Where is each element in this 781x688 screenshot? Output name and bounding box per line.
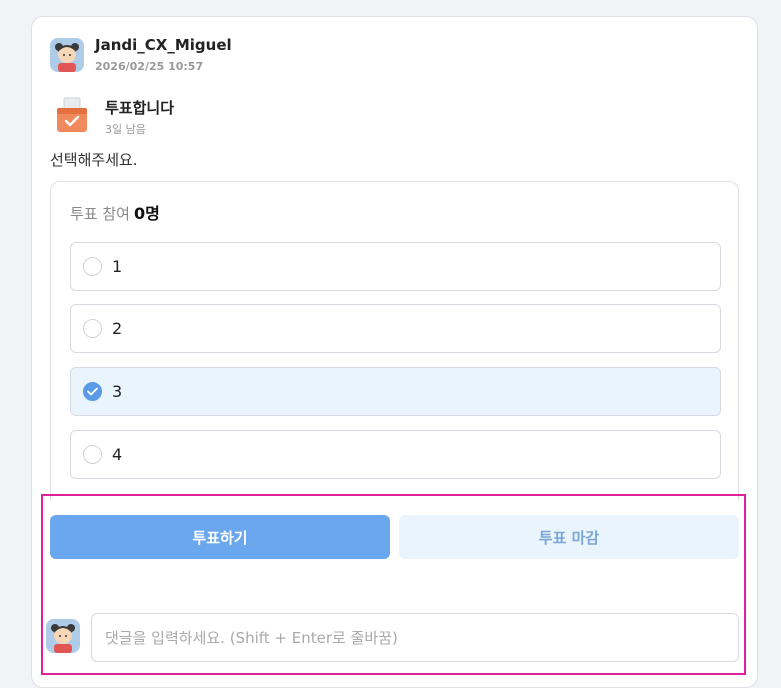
poll-option-label: 1 (112, 257, 123, 276)
close-vote-button[interactable]: 투표 마감 (399, 515, 739, 559)
vote-description: 선택해주세요. (50, 151, 138, 169)
comment-input[interactable] (91, 613, 739, 662)
avatar[interactable] (50, 38, 84, 72)
participants-label: 투표 참여 (70, 205, 130, 223)
author-name[interactable]: Jandi_CX_Miguel (95, 36, 232, 54)
poll-box: 투표 참여 0명 1 2 3 4 (50, 181, 739, 501)
poll-option-label: 3 (112, 382, 123, 401)
participants-summary: 투표 참여 0명 (70, 200, 160, 224)
radio-button[interactable] (83, 319, 102, 338)
poll-option-selected[interactable]: 3 (70, 367, 721, 416)
poll-option-label: 2 (112, 319, 123, 338)
poll-option-label: 4 (112, 445, 123, 464)
vote-button[interactable]: 투표하기 (50, 515, 390, 559)
vote-title: 투표합니다 (105, 99, 175, 117)
radio-button[interactable] (83, 257, 102, 276)
vote-remaining-time: 3일 남음 (105, 123, 146, 136)
poll-option[interactable]: 4 (70, 430, 721, 479)
participants-count: 0명 (133, 204, 160, 223)
post-timestamp: 2026/02/25 10:57 (95, 60, 204, 73)
ballot-box-icon (54, 96, 90, 134)
radio-button[interactable] (83, 445, 102, 464)
check-icon[interactable] (83, 382, 102, 401)
poll-option[interactable]: 2 (70, 304, 721, 353)
avatar (46, 619, 80, 653)
poll-option[interactable]: 1 (70, 242, 721, 291)
